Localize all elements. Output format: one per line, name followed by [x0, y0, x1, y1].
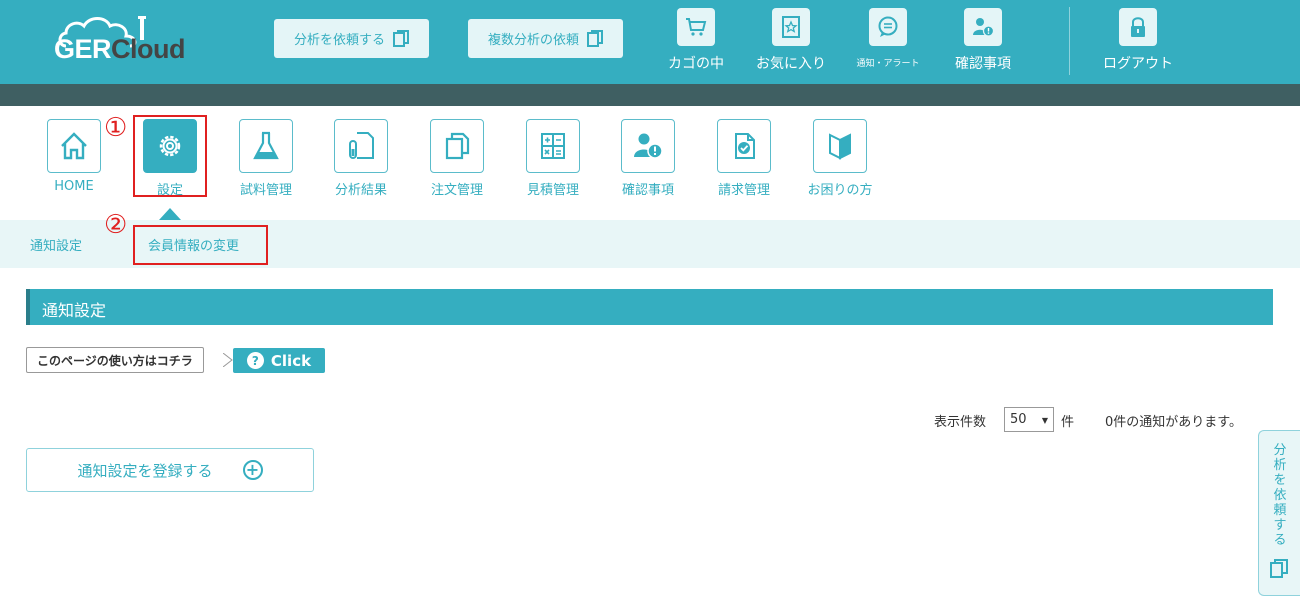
register-button-label: 通知設定を登録する [77, 461, 213, 480]
cart-icon [686, 18, 707, 36]
flask-icon [253, 131, 279, 160]
side-request-analysis-tab[interactable]: 分析を依頼する [1258, 430, 1300, 596]
nav-label: 見積管理 [526, 183, 579, 198]
nav-analysis-results[interactable]: 分析結果 [326, 119, 396, 198]
notice-count-text: 0件の通知があります。 [1105, 415, 1242, 430]
nav-label: 注文管理 [430, 183, 483, 198]
unit-label: 件 [1061, 415, 1075, 430]
nav-order-management[interactable]: 注文管理 [422, 119, 492, 198]
copy-icon [587, 29, 603, 47]
display-count-label: 表示件数 [934, 415, 987, 430]
gercloud-logo[interactable]: GERCloud [50, 12, 200, 70]
nav-label: 試料管理 [239, 183, 292, 198]
copy-icon [445, 132, 470, 160]
question-icon: ? [246, 352, 264, 369]
user-alert-icon [634, 133, 663, 159]
header-favorites[interactable]: お気に入り [752, 8, 830, 73]
copy-icon [1270, 559, 1288, 578]
header-notifications[interactable]: 通知・アラート [844, 8, 932, 69]
request-analysis-button[interactable]: 分析を依頼する [274, 19, 429, 58]
header-cart[interactable]: カゴの中 [664, 8, 728, 73]
nav-billing-management[interactable]: 請求管理 [709, 119, 779, 198]
logout-button[interactable]: ログアウト [1098, 8, 1178, 73]
logo-text: GERCloud [54, 34, 185, 64]
help-click-button[interactable]: ? Click [233, 348, 325, 373]
test-tube-doc-icon [349, 132, 374, 159]
section-header: 通知設定 [26, 289, 1273, 325]
nav-label: お困りの方 [807, 183, 873, 198]
check-doc-icon [735, 133, 755, 159]
page-size-select[interactable]: 50 ▼ [1004, 407, 1054, 432]
confirmations-label: 確認事項 [955, 56, 1011, 72]
request-multi-analysis-button[interactable]: 複数分析の依頼 [468, 19, 623, 58]
favorite-icon [782, 16, 800, 38]
nav-sample-management[interactable]: 試料管理 [231, 119, 301, 198]
nav-help[interactable]: お困りの方 [805, 119, 875, 198]
header-confirmations[interactable]: 確認事項 [950, 8, 1016, 73]
annotation-box-settings [133, 115, 207, 197]
active-nav-pointer [159, 208, 181, 220]
click-label: Click [270, 351, 312, 370]
nav-label: 分析結果 [334, 183, 387, 198]
page-size-value: 50 [1010, 412, 1027, 427]
calculator-icon [541, 133, 565, 159]
request-multi-label: 複数分析の依頼 [487, 33, 579, 48]
header-divider-strip [0, 84, 1300, 106]
nav-estimate-management[interactable]: 見積管理 [518, 119, 588, 198]
caret-down-icon: ▼ [1041, 416, 1048, 425]
howto-arrow-icon [223, 353, 233, 367]
lock-icon [1131, 17, 1145, 37]
user-alert-icon [973, 18, 995, 37]
cart-label: カゴの中 [668, 56, 724, 72]
nav-home[interactable]: HOME [39, 119, 109, 194]
annotation-number-one: ① [104, 113, 128, 143]
favorites-label: お気に入り [756, 56, 826, 72]
request-analysis-label: 分析を依頼する [293, 33, 385, 48]
annotation-box-member-info [133, 225, 268, 265]
section-title: 通知設定 [42, 301, 107, 320]
plus-circle-icon: + [242, 460, 263, 480]
copy-icon [393, 29, 409, 47]
header-separator [1069, 7, 1070, 75]
home-icon [61, 132, 87, 160]
nav-label: HOME [54, 179, 94, 194]
nav-confirmations[interactable]: 確認事項 [613, 119, 683, 198]
annotation-number-two: ② [104, 210, 128, 240]
subnav-notification-settings[interactable]: 通知設定 [30, 235, 82, 254]
nav-label: 請求管理 [717, 183, 770, 198]
howto-label: このページの使い方はコチラ [37, 353, 193, 368]
side-tab-label: 分析を依頼する [1273, 443, 1287, 548]
howto-label-box: このページの使い方はコチラ [26, 347, 204, 373]
logout-label: ログアウト [1103, 56, 1173, 72]
chat-icon [878, 16, 898, 37]
notifications-label: 通知・アラート [856, 59, 920, 69]
register-notification-button[interactable]: 通知設定を登録する + [26, 448, 314, 492]
beginner-icon [829, 133, 851, 160]
nav-label: 確認事項 [621, 183, 674, 198]
